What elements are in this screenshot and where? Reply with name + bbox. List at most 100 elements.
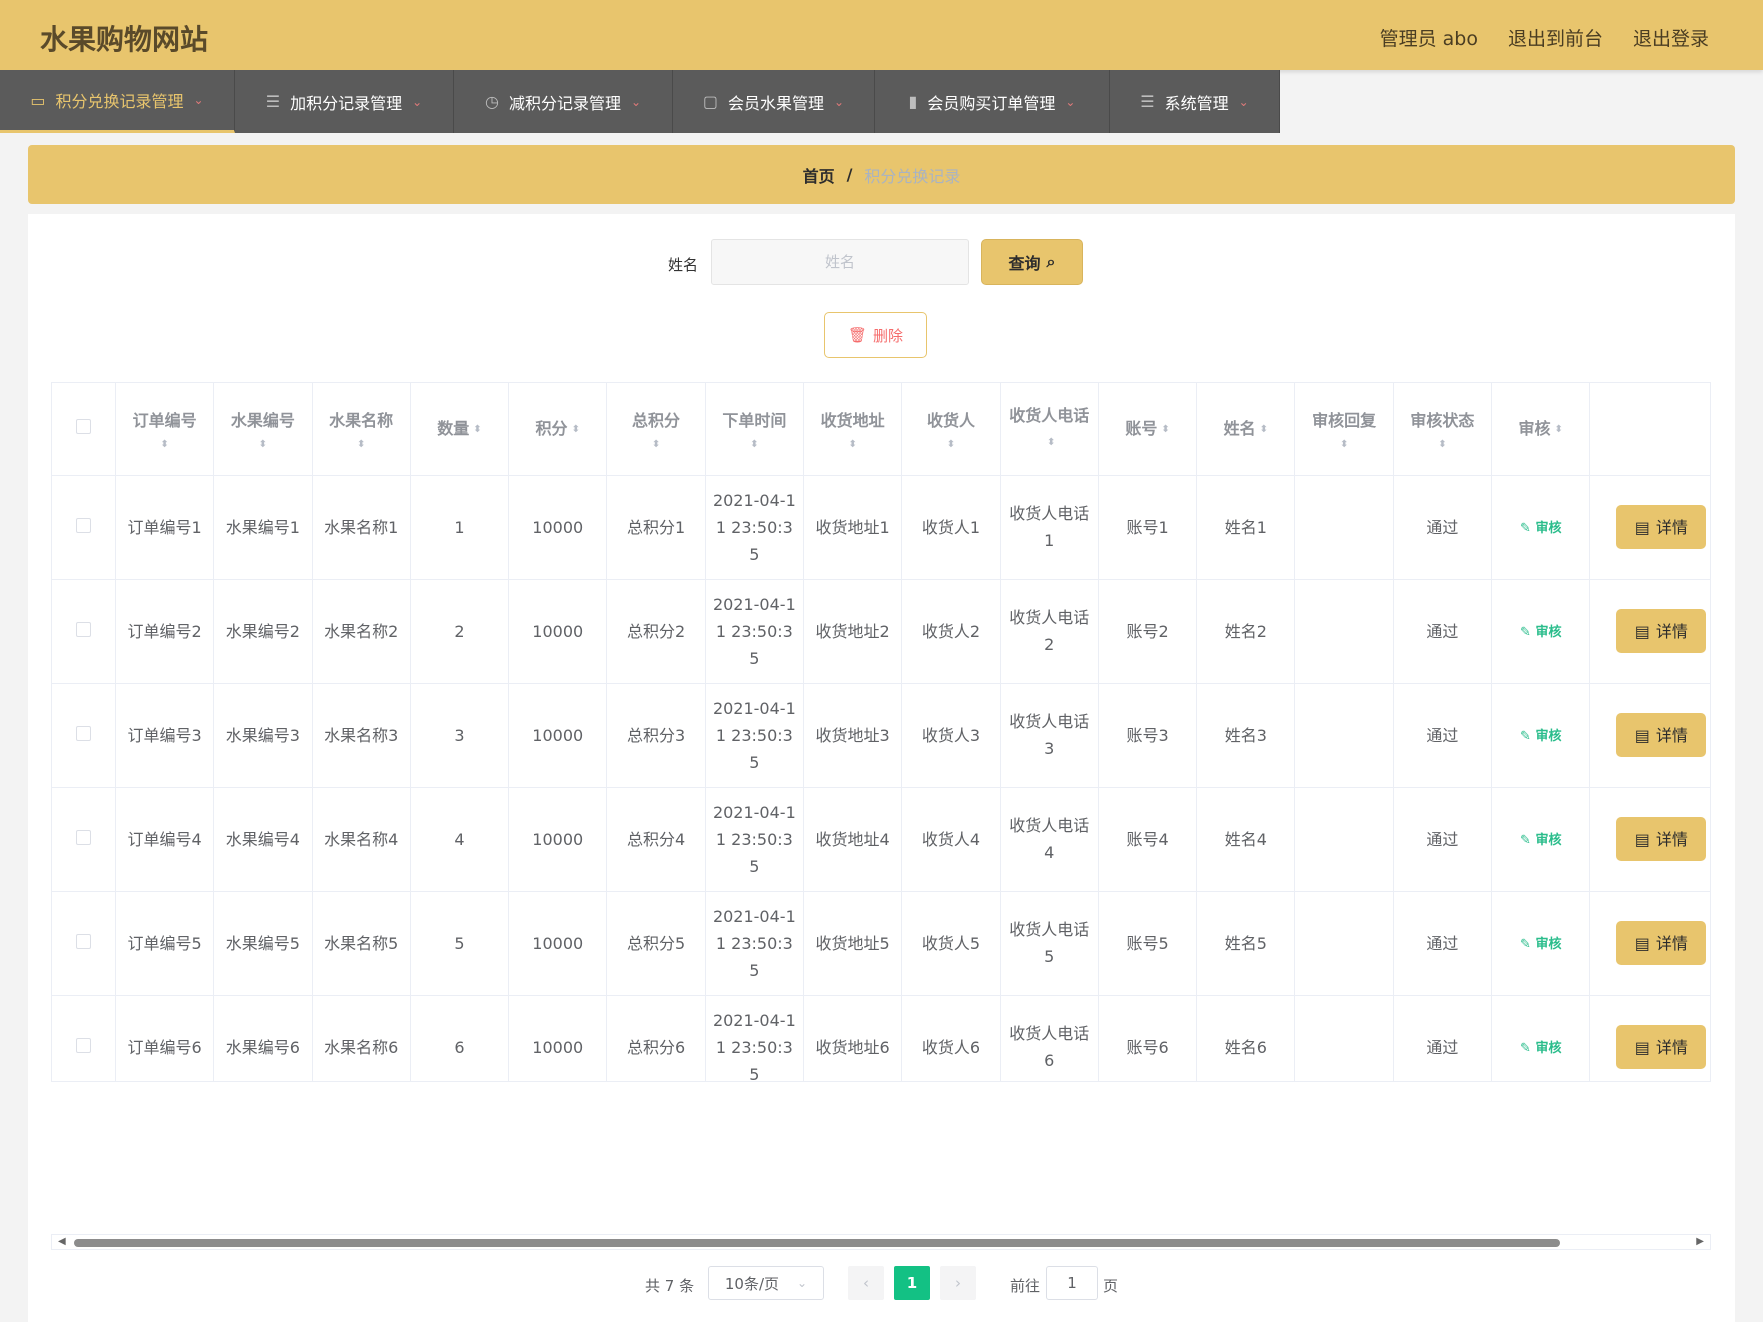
order-time-cell: 2021-04-11 23:50:35	[705, 995, 805, 1081]
audit-link[interactable]: ✎ 审核	[1520, 625, 1561, 640]
nav-member-orders[interactable]: ▮ 会员购买订单管理 ⌄	[875, 70, 1110, 133]
nav-label: 积分兑换记录管理	[55, 92, 184, 111]
col-fruit-name[interactable]: 水果名称 ⬍	[312, 383, 411, 476]
address-cell: 收货地址2	[803, 579, 903, 684]
audit-cell: ✎ 审核	[1491, 579, 1591, 684]
nav-label: 会员水果管理	[728, 93, 825, 113]
nav-member-fruit[interactable]: ▢ 会员水果管理 ⌄	[673, 70, 875, 133]
phone-cell: 收货人电话1	[1000, 475, 1099, 580]
sort-icon: ⬍	[1161, 423, 1170, 435]
col-status[interactable]: 审核状态 ⬍	[1393, 383, 1493, 476]
detail-button[interactable]: ▤ 详情	[1616, 817, 1707, 861]
total-points-cell: 总积分2	[606, 579, 706, 684]
pencil-icon: ✎	[1520, 936, 1531, 952]
detail-button[interactable]: ▤ 详情	[1616, 609, 1707, 653]
order-time-cell: 2021-04-11 23:50:35	[705, 683, 805, 788]
col-address[interactable]: 收货地址 ⬍	[803, 383, 903, 476]
col-fruit-no[interactable]: 水果编号 ⬍	[213, 383, 313, 476]
col-audit[interactable]: 审核 ⬍	[1491, 383, 1591, 476]
sort-icon: ⬍	[1438, 439, 1447, 451]
list-icon: ☰	[265, 92, 281, 111]
goto-label: 前往	[1010, 1277, 1041, 1295]
status-cell: 通过	[1393, 995, 1493, 1081]
name-search-input[interactable]	[711, 239, 969, 285]
audit-link[interactable]: ✎ 审核	[1520, 1041, 1561, 1056]
col-receiver[interactable]: 收货人 ⬍	[901, 383, 1001, 476]
logout-link[interactable]: 退出登录	[1633, 24, 1709, 51]
qty-cell: 5	[410, 891, 510, 996]
col-order-no[interactable]: 订单编号 ⬍	[115, 383, 215, 476]
account-cell: 账号2	[1098, 579, 1198, 684]
table-row: 订单编号5 水果编号5 水果名称5 5 10000 总积分5 2021-04-11 23:5…	[52, 891, 1710, 996]
actions-cell: ▤详情✎修改	[1589, 683, 1710, 788]
prev-page-button[interactable]: ‹	[848, 1266, 884, 1300]
next-page-button[interactable]: ›	[940, 1266, 976, 1300]
row-checkbox[interactable]	[75, 725, 91, 741]
pencil-icon: ✎	[1520, 1040, 1531, 1056]
horizontal-scrollbar[interactable]: ◀ ▶	[51, 1234, 1711, 1250]
sort-icon: ⬍	[1339, 439, 1349, 451]
search-button[interactable]: 查询 ⌕	[981, 239, 1083, 285]
row-checkbox[interactable]	[75, 517, 91, 533]
breadcrumb-separator: /	[846, 165, 853, 184]
nav-system[interactable]: ☰ 系统管理 ⌄	[1110, 70, 1280, 133]
goto-unit: 页	[1103, 1277, 1119, 1295]
delete-button[interactable]: 🗑 删除	[824, 312, 927, 358]
scrollbar-thumb[interactable]	[74, 1239, 1560, 1247]
reply-cell	[1294, 995, 1394, 1081]
row-select-cell	[52, 787, 116, 892]
col-total-points[interactable]: 总积分 ⬍	[606, 383, 706, 476]
chevron-right-icon: ›	[955, 1274, 961, 1292]
audit-cell: ✎ 审核	[1491, 475, 1591, 580]
fruit-name-cell: 水果名称1	[312, 475, 411, 580]
page-size-value: 10条/页	[724, 1274, 780, 1293]
goto-page-input[interactable]	[1046, 1266, 1098, 1300]
admin-user-link[interactable]: 管理员 abo	[1380, 24, 1478, 51]
page-size-select[interactable]: 10条/页 ⌄	[708, 1266, 824, 1300]
row-checkbox[interactable]	[75, 1037, 91, 1053]
points-cell: 10000	[508, 579, 608, 684]
phone-cell: 收货人电话2	[1000, 579, 1099, 684]
row-checkbox[interactable]	[75, 621, 91, 637]
col-points[interactable]: 积分 ⬍	[508, 383, 608, 476]
audit-link[interactable]: ✎ 审核	[1520, 729, 1561, 744]
select-all-cell	[52, 383, 116, 476]
row-checkbox[interactable]	[75, 933, 91, 949]
order-no-cell: 订单编号2	[115, 579, 215, 684]
chat-icon: ▢	[702, 92, 719, 111]
col-account[interactable]: 账号 ⬍	[1098, 383, 1198, 476]
detail-button[interactable]: ▤ 详情	[1616, 505, 1707, 549]
detail-button[interactable]: ▤ 详情	[1616, 713, 1707, 757]
audit-link[interactable]: ✎ 审核	[1520, 521, 1561, 536]
scroll-right-icon[interactable]: ▶	[1696, 1236, 1704, 1247]
total-points-cell: 总积分6	[606, 995, 706, 1081]
col-qty[interactable]: 数量 ⬍	[410, 383, 510, 476]
col-reply[interactable]: 审核回复 ⬍	[1294, 383, 1394, 476]
exit-to-frontend-link[interactable]: 退出到前台	[1508, 24, 1603, 51]
breadcrumb-home[interactable]: 首页	[803, 163, 835, 187]
audit-link[interactable]: ✎ 审核	[1520, 833, 1561, 848]
account-cell: 账号6	[1098, 995, 1198, 1081]
col-order-time[interactable]: 下单时间 ⬍	[705, 383, 805, 476]
nav-add-points[interactable]: ☰ 加积分记录管理 ⌄	[235, 70, 454, 133]
order-time-cell: 2021-04-11 23:50:35	[705, 579, 805, 684]
content-panel: 姓名 查询 ⌕ 🗑 删除 订单编号⬍ 水果编号⬍ 水果名称⬍ 数量	[28, 214, 1735, 1322]
nav-reduce-points[interactable]: ◷ 减积分记录管理 ⌄	[454, 70, 673, 133]
trash-icon: 🗑	[847, 326, 868, 344]
page-number-current[interactable]: 1	[894, 1266, 930, 1300]
nav-points-exchange[interactable]: ▭ 积分兑换记录管理 ⌄	[0, 70, 235, 133]
select-all-checkbox[interactable]	[75, 419, 91, 435]
reply-cell	[1294, 891, 1394, 996]
detail-button[interactable]: ▤ 详情	[1616, 921, 1707, 965]
audit-link[interactable]: ✎ 审核	[1520, 937, 1561, 952]
status-cell: 通过	[1393, 891, 1493, 996]
chevron-down-icon: ⌄	[412, 94, 423, 109]
col-phone[interactable]: 收货人电话⬍	[1000, 383, 1099, 476]
detail-button[interactable]: ▤ 详情	[1616, 1025, 1707, 1069]
reply-cell	[1294, 683, 1394, 788]
scroll-left-icon[interactable]: ◀	[58, 1236, 66, 1247]
col-name[interactable]: 姓名 ⬍	[1196, 383, 1296, 476]
receiver-cell: 收货人4	[901, 787, 1001, 892]
address-cell: 收货地址6	[803, 995, 903, 1081]
row-checkbox[interactable]	[75, 829, 91, 845]
